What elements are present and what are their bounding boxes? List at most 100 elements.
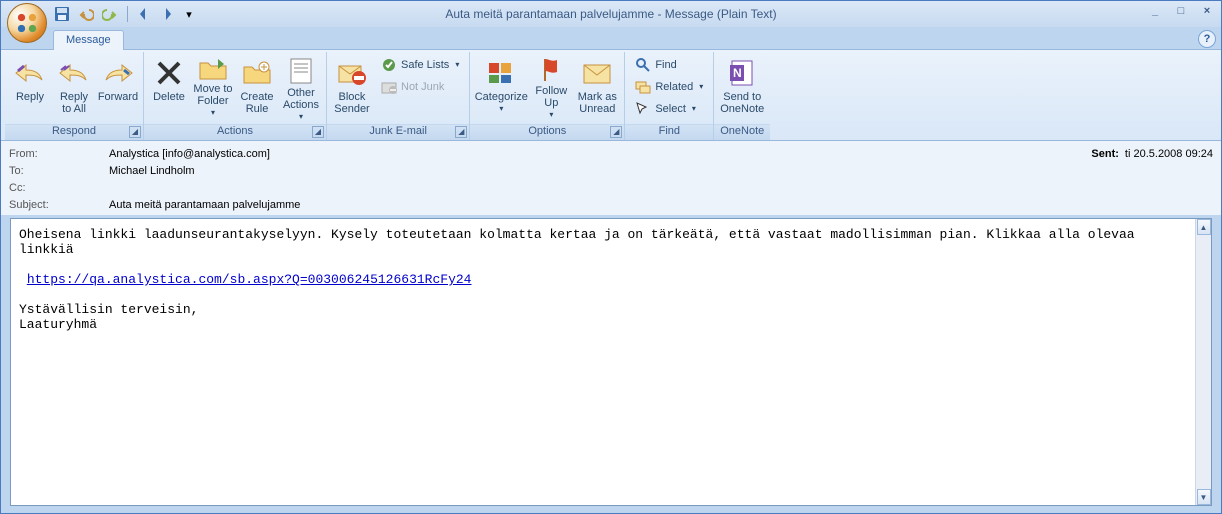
- folder-move-icon: [197, 57, 229, 81]
- reply-button[interactable]: Reply: [9, 54, 51, 120]
- tab-message[interactable]: Message: [53, 30, 124, 50]
- message-body[interactable]: Oheisena linkki laadunseurantakyselyyn. …: [11, 219, 1195, 505]
- group-respond: Reply Reply to All Forward Respond◢: [5, 52, 144, 140]
- reply-icon: [14, 57, 46, 89]
- respond-dialog-launcher[interactable]: ◢: [129, 126, 141, 138]
- follow-up-button[interactable]: Follow Up: [530, 54, 572, 120]
- office-button[interactable]: [7, 3, 47, 43]
- move-to-folder-button[interactable]: Move to Folder: [192, 54, 234, 120]
- reply-label: Reply: [16, 91, 44, 103]
- group-junk: Block Sender Safe Lists▾ Not Junk Junk E…: [327, 52, 470, 140]
- save-icon[interactable]: [53, 5, 71, 23]
- previous-item-icon[interactable]: [136, 5, 154, 23]
- cc-label: Cc:: [9, 182, 109, 194]
- safe-lists-button[interactable]: Safe Lists▾: [375, 54, 465, 75]
- select-icon: [635, 101, 651, 117]
- find-button[interactable]: Find: [629, 54, 709, 75]
- subject-label: Subject:: [9, 199, 109, 211]
- quick-access-toolbar: ▾: [53, 1, 194, 27]
- body-signoff: Ystävällisin terveisin,: [19, 302, 198, 317]
- body-link[interactable]: https://qa.analystica.com/sb.aspx?Q=0030…: [27, 272, 472, 287]
- not-junk-button: Not Junk: [375, 76, 465, 97]
- sent-value: ti 20.5.2008 09:24: [1125, 148, 1213, 160]
- not-junk-label: Not Junk: [401, 81, 444, 93]
- scroll-down-button[interactable]: ▼: [1197, 489, 1211, 505]
- next-item-icon[interactable]: [160, 5, 178, 23]
- related-icon: [635, 79, 651, 95]
- create-rule-icon: [241, 57, 273, 89]
- create-rule-button[interactable]: Create Rule: [236, 54, 278, 120]
- restore-button[interactable]: □: [1171, 3, 1191, 19]
- mark-unread-button[interactable]: Mark as Unread: [574, 54, 620, 120]
- help-button[interactable]: ?: [1198, 30, 1216, 48]
- onenote-label: Send to OneNote: [720, 91, 764, 115]
- group-junk-label: Junk E-mail◢: [327, 124, 469, 140]
- other-actions-button[interactable]: Other Actions: [280, 54, 322, 120]
- categorize-button[interactable]: Categorize: [474, 54, 528, 120]
- group-actions-label: Actions◢: [144, 124, 326, 140]
- unread-label: Mark as Unread: [578, 91, 617, 115]
- not-junk-icon: [381, 79, 397, 95]
- move-label: Move to Folder: [193, 83, 232, 107]
- reply-all-label: Reply to All: [60, 91, 88, 115]
- from-label: From:: [9, 148, 109, 160]
- flag-icon: [535, 57, 567, 83]
- options-dialog-launcher[interactable]: ◢: [610, 126, 622, 138]
- subject-value: Auta meitä parantamaan palvelujamme: [109, 199, 1213, 211]
- message-header: From: Analystica [info@analystica.com] S…: [1, 141, 1221, 215]
- ribbon-tabs: Message: [53, 27, 1221, 49]
- group-find: Find Related▾ Select▾ Find: [625, 52, 714, 140]
- to-label: To:: [9, 165, 109, 177]
- delete-icon: [153, 57, 185, 89]
- scroll-up-button[interactable]: ▲: [1197, 219, 1211, 235]
- message-body-container: Oheisena linkki laadunseurantakyselyyn. …: [10, 218, 1212, 506]
- safe-lists-icon: [381, 57, 397, 73]
- junk-dialog-launcher[interactable]: ◢: [455, 126, 467, 138]
- forward-button[interactable]: Forward: [97, 54, 139, 120]
- forward-label: Forward: [98, 91, 138, 103]
- delete-label: Delete: [153, 91, 185, 103]
- reply-all-button[interactable]: Reply to All: [53, 54, 95, 120]
- select-button[interactable]: Select▾: [629, 98, 709, 119]
- block-sender-button[interactable]: Block Sender: [331, 54, 373, 120]
- block-label: Block Sender: [334, 91, 369, 115]
- rule-label: Create Rule: [240, 91, 273, 115]
- group-find-label: Find: [625, 124, 713, 140]
- safe-lists-label: Safe Lists: [401, 59, 449, 71]
- onenote-icon: N: [726, 57, 758, 89]
- group-options: Categorize Follow Up Mark as Unread Opti…: [470, 52, 625, 140]
- qat-customize-icon[interactable]: ▾: [184, 5, 194, 23]
- categorize-label: Categorize: [475, 91, 528, 103]
- svg-text:N: N: [733, 66, 742, 80]
- minimize-button[interactable]: _: [1145, 3, 1165, 19]
- group-respond-label: Respond◢: [5, 124, 143, 140]
- find-icon: [635, 57, 651, 73]
- ribbon: Reply Reply to All Forward Respond◢ Dele…: [1, 49, 1221, 141]
- undo-icon[interactable]: [77, 5, 95, 23]
- close-button[interactable]: ×: [1197, 3, 1217, 19]
- send-to-onenote-button[interactable]: N Send to OneNote: [718, 54, 766, 120]
- vertical-scrollbar[interactable]: ▲ ▼: [1195, 219, 1211, 505]
- delete-button[interactable]: Delete: [148, 54, 190, 120]
- redo-icon[interactable]: [101, 5, 119, 23]
- from-value: Analystica [info@analystica.com]: [109, 148, 1091, 160]
- group-onenote-label: OneNote: [714, 124, 770, 140]
- related-button[interactable]: Related▾: [629, 76, 709, 97]
- followup-label: Follow Up: [535, 85, 567, 109]
- sent-label: Sent:: [1091, 148, 1119, 160]
- other-actions-icon: [285, 57, 317, 85]
- group-actions: Delete Move to Folder Create Rule Other …: [144, 52, 327, 140]
- mark-unread-icon: [581, 57, 613, 89]
- categorize-icon: [485, 57, 517, 89]
- find-label: Find: [655, 59, 676, 71]
- reply-all-icon: [58, 57, 90, 89]
- select-label: Select: [655, 103, 686, 115]
- qat-separator: [127, 6, 128, 22]
- forward-icon: [102, 57, 134, 89]
- body-signature: Laaturyhmä: [19, 317, 97, 332]
- body-paragraph-1: Oheisena linkki laadunseurantakyselyyn. …: [19, 227, 1142, 257]
- actions-dialog-launcher[interactable]: ◢: [312, 126, 324, 138]
- block-sender-icon: [336, 57, 368, 89]
- related-label: Related: [655, 81, 693, 93]
- group-onenote: N Send to OneNote OneNote: [714, 52, 770, 140]
